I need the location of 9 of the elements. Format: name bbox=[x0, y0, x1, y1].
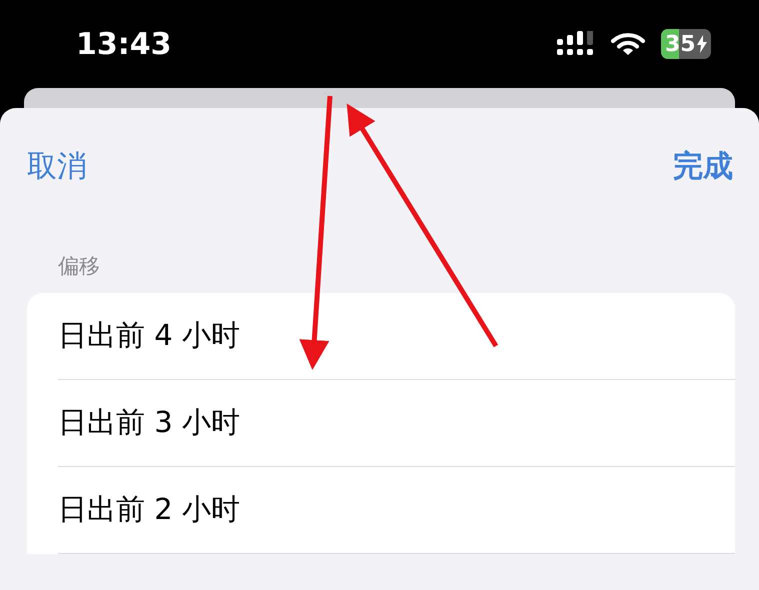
cancel-link[interactable]: 取消 bbox=[27, 144, 87, 189]
clock-time: 13:43 bbox=[76, 26, 172, 64]
wifi-icon bbox=[611, 32, 645, 56]
option-item[interactable]: 日出前 3 小时 bbox=[58, 400, 240, 444]
option-item[interactable]: 日出前 4 小时 bbox=[58, 314, 240, 358]
done-link[interactable]: 完成 bbox=[673, 144, 733, 189]
option-item[interactable]: 日出前 2 小时 bbox=[58, 488, 240, 532]
section-header: 偏移 bbox=[58, 254, 100, 278]
signal-icon bbox=[557, 31, 595, 57]
